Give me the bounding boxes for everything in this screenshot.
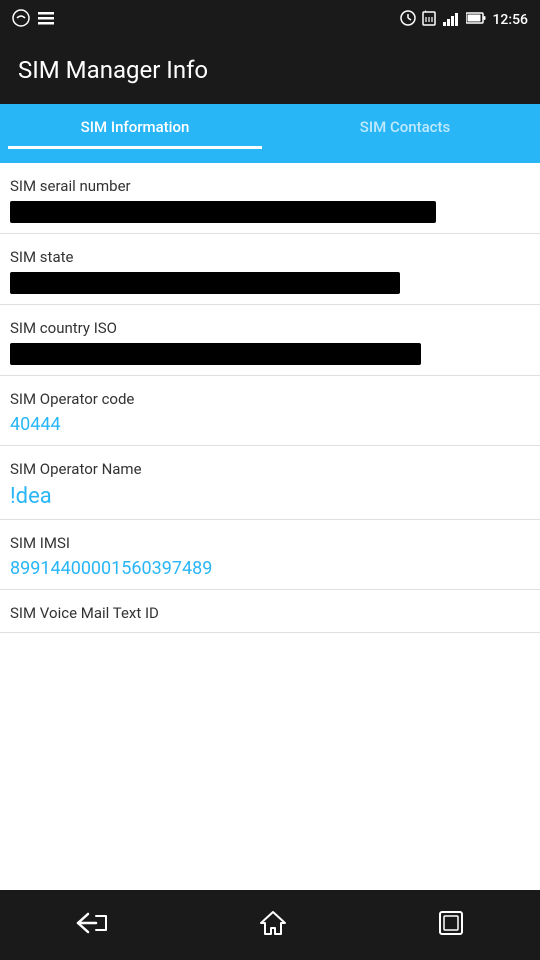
sim-voicemail-label: SIM Voice Mail Text ID bbox=[10, 604, 530, 622]
sim-operator-name-row: SIM Operator Name !dea bbox=[0, 446, 540, 520]
status-bar-right-icons: 12:56 bbox=[400, 10, 528, 30]
app-header: SIM Manager Info bbox=[0, 40, 540, 104]
page-title: SIM Manager Info bbox=[18, 56, 522, 84]
sim-imsi-label: SIM IMSI bbox=[10, 534, 530, 552]
content-area: SIM serail number SIM state SIM country … bbox=[0, 163, 540, 890]
menu-icon bbox=[38, 10, 54, 30]
back-button[interactable] bbox=[56, 902, 128, 948]
home-button[interactable] bbox=[239, 900, 307, 950]
sim-country-label: SIM country ISO bbox=[10, 319, 530, 337]
nav-bar bbox=[0, 890, 540, 960]
clock-icon bbox=[400, 10, 416, 30]
sim-imsi-value: 89914400001560397489 bbox=[10, 558, 530, 579]
recents-button[interactable] bbox=[418, 900, 484, 950]
tab-sim-contacts[interactable]: SIM Contacts bbox=[270, 104, 540, 163]
sim-serial-value-bar bbox=[10, 201, 436, 223]
sim-country-value-bar bbox=[10, 343, 421, 365]
sim-operator-code-row: SIM Operator code 40444 bbox=[0, 376, 540, 446]
home-icon bbox=[259, 910, 287, 940]
swiftkey-icon bbox=[12, 9, 30, 31]
status-bar: 12:56 bbox=[0, 0, 540, 40]
signal-bars-icon bbox=[442, 10, 460, 30]
sim-operator-name-value: !dea bbox=[10, 484, 530, 509]
time-display: 12:56 bbox=[492, 12, 528, 28]
sim-serial-label: SIM serail number bbox=[10, 177, 530, 195]
sim-operator-code-label: SIM Operator code bbox=[10, 390, 530, 408]
sim-state-label: SIM state bbox=[10, 248, 530, 266]
tab-bar: SIM Information SIM Contacts bbox=[0, 104, 540, 163]
recents-icon bbox=[438, 910, 464, 940]
sim-state-row: SIM state bbox=[0, 234, 540, 305]
sim-imsi-row: SIM IMSI 89914400001560397489 bbox=[0, 520, 540, 590]
sim-country-row: SIM country ISO bbox=[0, 305, 540, 376]
sim-state-value-bar bbox=[10, 272, 400, 294]
sim-icon bbox=[422, 10, 436, 30]
sim-voicemail-row: SIM Voice Mail Text ID bbox=[0, 590, 540, 633]
sim-serial-row: SIM serail number bbox=[0, 163, 540, 234]
sim-operator-name-label: SIM Operator Name bbox=[10, 460, 530, 478]
sim-operator-code-value: 40444 bbox=[10, 414, 530, 435]
status-bar-left-icons bbox=[12, 9, 54, 31]
battery-icon bbox=[466, 12, 486, 28]
tab-sim-information[interactable]: SIM Information bbox=[0, 104, 270, 163]
back-icon bbox=[76, 912, 108, 938]
